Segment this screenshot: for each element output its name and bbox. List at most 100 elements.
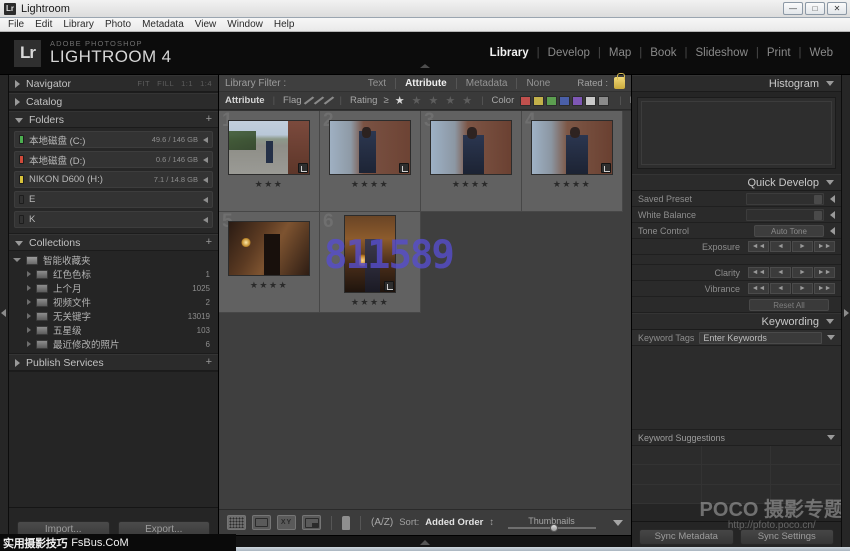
folders-header[interactable]: Folders +: [9, 111, 218, 128]
grid-cell[interactable]: 4 ★★★★: [522, 111, 623, 212]
filter-tab-text[interactable]: Text: [359, 78, 395, 89]
clarity-stepper[interactable]: ◄◄ ◄ ► ►►: [748, 267, 835, 278]
clarity-decrease-large[interactable]: ◄◄: [748, 267, 769, 278]
collection-item[interactable]: 上个月 1025: [13, 281, 218, 295]
saved-preset-select[interactable]: [746, 193, 824, 205]
folder-drive-row[interactable]: E: [14, 191, 213, 208]
filter-tab-attribute[interactable]: Attribute: [395, 78, 456, 89]
clarity-decrease[interactable]: ◄: [770, 267, 791, 278]
thumbnail-size-slider[interactable]: [508, 527, 596, 529]
crop-badge-icon[interactable]: [298, 163, 308, 173]
survey-view-button[interactable]: [302, 515, 321, 530]
suggestion-slot[interactable]: [771, 446, 841, 465]
chevron-right-icon[interactable]: [203, 217, 208, 223]
menu-item-help[interactable]: Help: [274, 19, 295, 30]
chevron-right-icon[interactable]: [830, 195, 835, 203]
rating-star-2[interactable]: ★: [412, 94, 423, 107]
module-book[interactable]: Book: [642, 47, 684, 59]
color-swatch-custom[interactable]: [598, 96, 609, 106]
keyword-suggestions-header[interactable]: Keyword Suggestions: [632, 430, 841, 446]
suggestion-slot[interactable]: [702, 465, 772, 484]
vibrance-stepper[interactable]: ◄◄ ◄ ► ►►: [748, 283, 835, 294]
cell-rating[interactable]: ★★★★: [553, 179, 591, 190]
keyword-entry-area[interactable]: [632, 346, 841, 430]
add-folder-icon[interactable]: +: [206, 114, 212, 125]
add-collection-icon[interactable]: +: [206, 237, 212, 248]
histogram-header[interactable]: Histogram: [632, 75, 841, 92]
folder-drive-row[interactable]: 本地磁盘 (D:) 0.6 / 146 GB: [14, 151, 213, 168]
flag-reject-icon[interactable]: [323, 97, 333, 105]
exposure-increase[interactable]: ►: [792, 241, 813, 252]
navigator-mode-1-4[interactable]: 1:4: [200, 79, 212, 88]
suggestion-slot[interactable]: [632, 485, 702, 504]
sync-metadata-button[interactable]: Sync Metadata: [639, 529, 734, 545]
color-swatch-purple[interactable]: [572, 96, 583, 106]
suggestion-slot[interactable]: [771, 485, 841, 504]
module-library[interactable]: Library: [482, 47, 537, 59]
color-swatch-blue[interactable]: [559, 96, 570, 106]
identity-plate[interactable]: Lr ADOBE PHOTOSHOP LIGHTROOM 4: [14, 40, 172, 67]
publish-services-header[interactable]: Publish Services +: [9, 354, 218, 371]
smart-collection-group[interactable]: 智能收藏夹: [13, 253, 218, 267]
chevron-right-icon[interactable]: [203, 177, 208, 183]
exposure-decrease-large[interactable]: ◄◄: [748, 241, 769, 252]
menu-item-view[interactable]: View: [195, 19, 217, 30]
collection-item[interactable]: 五星级 103: [13, 323, 218, 337]
chevron-right-icon[interactable]: [203, 137, 208, 143]
color-swatch-yellow[interactable]: [533, 96, 544, 106]
vibrance-increase-large[interactable]: ►►: [814, 283, 835, 294]
rating-star-4[interactable]: ★: [445, 94, 456, 107]
collection-item[interactable]: 最近修改的照片 6: [13, 337, 218, 351]
menu-item-metadata[interactable]: Metadata: [142, 19, 184, 30]
rating-star-1[interactable]: ★: [395, 94, 406, 107]
suggestion-slot[interactable]: [632, 465, 702, 484]
photo-thumbnail[interactable]: [228, 120, 310, 175]
cell-rating[interactable]: ★★★: [255, 179, 284, 190]
chevron-right-icon[interactable]: [203, 197, 208, 203]
menu-item-photo[interactable]: Photo: [105, 19, 131, 30]
keyword-suggestions-grid[interactable]: [632, 446, 841, 504]
module-print[interactable]: Print: [759, 47, 799, 59]
sort-value[interactable]: Added Order: [425, 517, 483, 528]
cell-rating[interactable]: ★★★★: [452, 179, 490, 190]
right-panel-collapse-handle[interactable]: [841, 75, 850, 551]
suggestion-slot[interactable]: [632, 446, 702, 465]
sort-order-toggle[interactable]: ↕: [489, 517, 494, 528]
crop-badge-icon[interactable]: [384, 281, 394, 291]
maximize-button[interactable]: □: [805, 2, 825, 15]
lock-icon[interactable]: [614, 77, 625, 89]
painter-icon[interactable]: [342, 516, 350, 530]
navigator-mode-fit[interactable]: FIT: [137, 79, 150, 88]
folder-drive-row[interactable]: NIKON D600 (H:) 7.1 / 14.8 GB: [14, 171, 213, 188]
filter-tab-metadata[interactable]: Metadata: [456, 78, 517, 89]
keyword-input[interactable]: Enter Keywords: [699, 332, 822, 344]
module-web[interactable]: Web: [802, 47, 841, 59]
auto-tone-button[interactable]: Auto Tone: [754, 225, 824, 237]
keywording-header[interactable]: Keywording: [632, 313, 841, 330]
thumbnail-grid[interactable]: 1 ★★★ 2: [219, 110, 631, 509]
grid-cell[interactable]: 5 ★★★★: [219, 212, 320, 313]
toolbar-options-chevron-down-icon[interactable]: [613, 520, 623, 526]
collection-item[interactable]: 红色色标 1: [13, 267, 218, 281]
grid-cell[interactable]: 6 ★★★★: [320, 212, 421, 313]
chevron-right-icon[interactable]: [830, 211, 835, 219]
exposure-stepper[interactable]: ◄◄ ◄ ► ►►: [748, 241, 835, 252]
minimize-button[interactable]: —: [783, 2, 803, 15]
sync-settings-button[interactable]: Sync Settings: [740, 529, 835, 545]
rating-star-3[interactable]: ★: [428, 94, 439, 107]
grid-cell[interactable]: 3 ★★★★: [421, 111, 522, 212]
loupe-view-button[interactable]: [252, 515, 271, 530]
module-develop[interactable]: Develop: [540, 47, 598, 59]
photo-thumbnail[interactable]: [531, 120, 613, 175]
navigator-mode-fill[interactable]: FILL: [157, 79, 174, 88]
cell-rating[interactable]: ★★★★: [351, 297, 389, 308]
rating-operator[interactable]: ≥: [383, 95, 388, 106]
compare-view-button[interactable]: XY: [277, 515, 296, 530]
crop-badge-icon[interactable]: [601, 163, 611, 173]
exposure-decrease[interactable]: ◄: [770, 241, 791, 252]
color-swatch-red[interactable]: [520, 96, 531, 106]
photo-thumbnail[interactable]: [228, 221, 310, 276]
white-balance-select[interactable]: [746, 209, 824, 221]
photo-thumbnail[interactable]: [430, 120, 512, 175]
left-panel-collapse-handle[interactable]: [0, 75, 9, 551]
